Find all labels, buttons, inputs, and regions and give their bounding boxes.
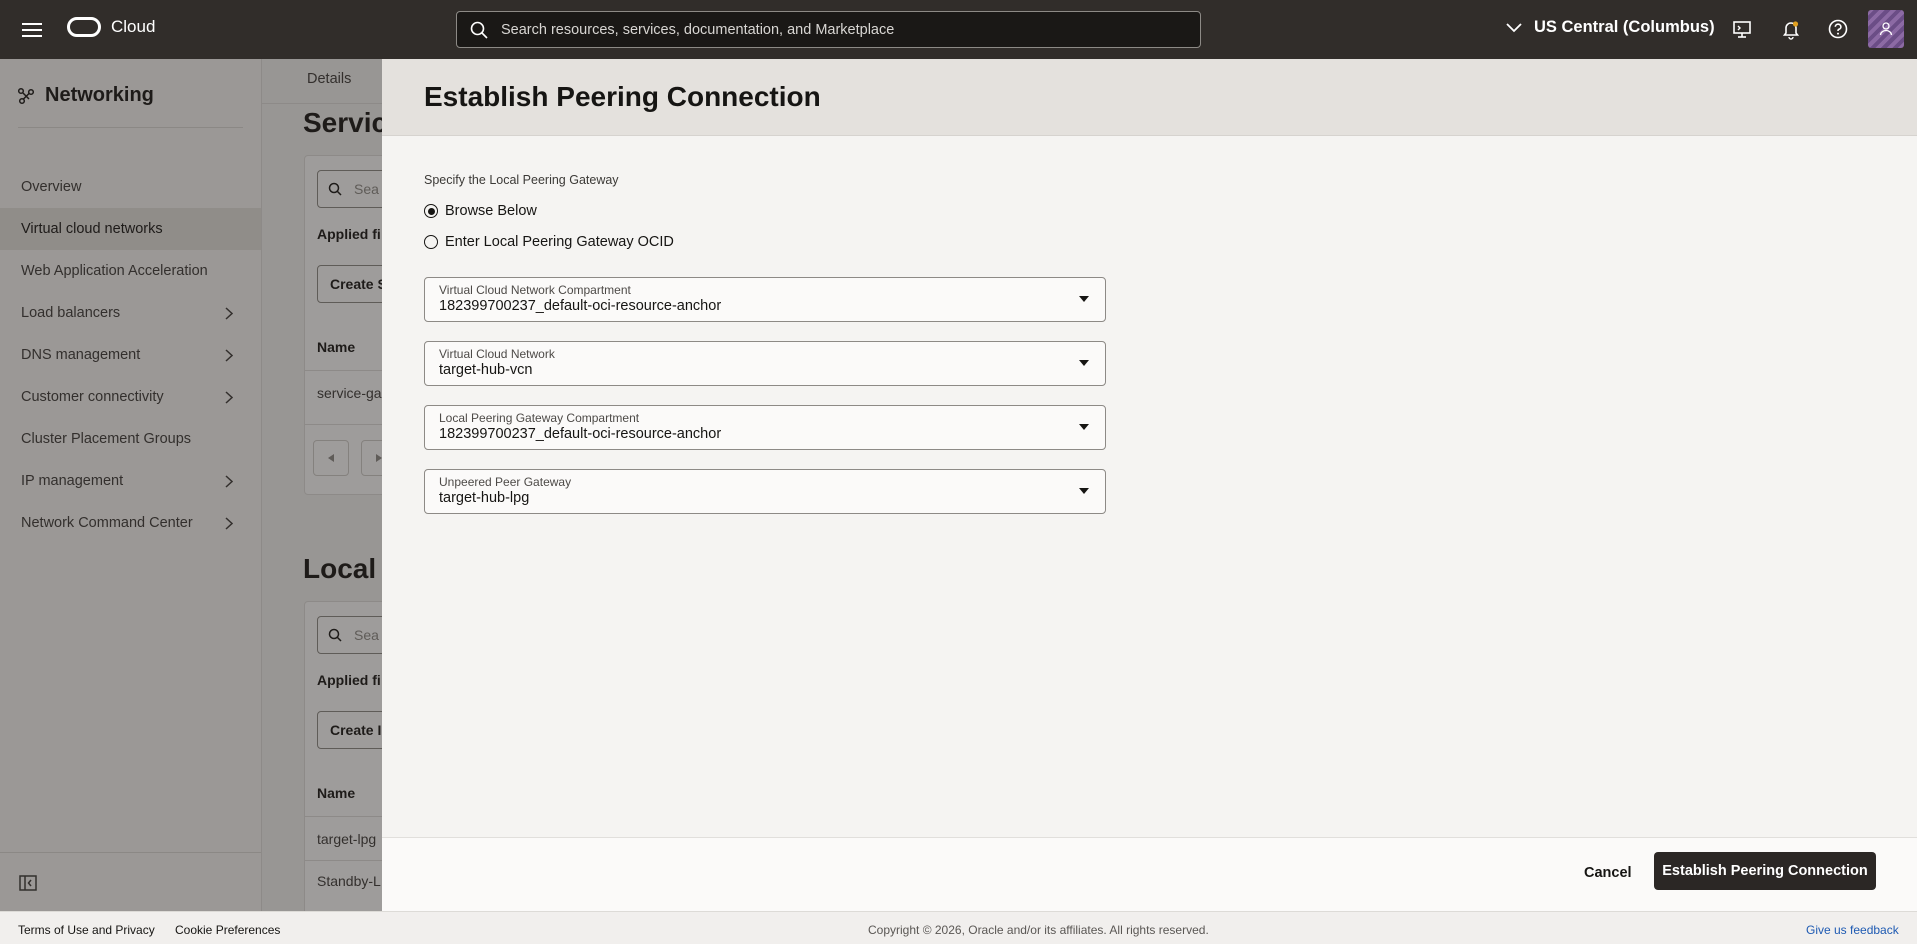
radio-unchecked-icon bbox=[424, 235, 438, 249]
chevron-down-icon bbox=[1506, 22, 1522, 32]
caret-down-icon bbox=[1079, 424, 1089, 430]
cloud-shell-icon[interactable] bbox=[1731, 18, 1753, 40]
lpg-compartment-select[interactable]: Local Peering Gateway Compartment 182399… bbox=[424, 405, 1106, 450]
radio-browse-below[interactable]: Browse Below bbox=[424, 203, 537, 219]
brand[interactable]: Cloud bbox=[67, 17, 155, 37]
radio-enter-ocid[interactable]: Enter Local Peering Gateway OCID bbox=[424, 234, 674, 250]
establish-peering-connection-button[interactable]: Establish Peering Connection bbox=[1654, 852, 1876, 890]
establish-peering-drawer: Establish Peering Connection Specify the… bbox=[382, 59, 1917, 911]
select-label: Local Peering Gateway Compartment bbox=[439, 411, 640, 425]
copyright-text: Copyright © 2026, Oracle and/or its affi… bbox=[868, 923, 1209, 937]
cookie-preferences-link[interactable]: Cookie Preferences bbox=[175, 923, 280, 937]
caret-down-icon bbox=[1079, 488, 1089, 494]
top-bar: Cloud US Central (Columbus) bbox=[0, 0, 1917, 59]
help-icon[interactable] bbox=[1827, 18, 1849, 40]
page-footer: Terms of Use and Privacy Cookie Preferen… bbox=[0, 911, 1917, 944]
user-icon bbox=[1879, 22, 1893, 36]
hamburger-menu-icon[interactable] bbox=[20, 19, 44, 39]
radio-label: Enter Local Peering Gateway OCID bbox=[445, 234, 674, 250]
select-label: Unpeered Peer Gateway bbox=[439, 475, 572, 489]
modal-overlay[interactable] bbox=[0, 59, 382, 911]
caret-down-icon bbox=[1079, 296, 1089, 302]
avatar[interactable] bbox=[1868, 10, 1904, 48]
select-value: target-hub-vcn bbox=[439, 362, 533, 378]
search-icon bbox=[470, 21, 488, 39]
global-search[interactable] bbox=[456, 11, 1201, 48]
terms-link[interactable]: Terms of Use and Privacy bbox=[18, 923, 155, 937]
drawer-footer: Cancel Establish Peering Connection bbox=[382, 837, 1917, 911]
search-input[interactable] bbox=[501, 21, 1181, 38]
region-label: US Central (Columbus) bbox=[1534, 18, 1715, 36]
feedback-link[interactable]: Give us feedback bbox=[1806, 923, 1899, 937]
bell-icon[interactable] bbox=[1780, 18, 1802, 40]
vcn-select[interactable]: Virtual Cloud Network target-hub-vcn bbox=[424, 341, 1106, 386]
radio-label: Browse Below bbox=[445, 203, 537, 219]
drawer-title: Establish Peering Connection bbox=[424, 81, 821, 112]
caret-down-icon bbox=[1079, 360, 1089, 366]
section-label: Specify the Local Peering Gateway bbox=[424, 173, 619, 187]
app-name: Cloud bbox=[111, 17, 156, 36]
select-label: Virtual Cloud Network bbox=[439, 347, 555, 361]
drawer-header: Establish Peering Connection bbox=[382, 59, 1917, 136]
cancel-button[interactable]: Cancel bbox=[1572, 854, 1644, 892]
oracle-logo bbox=[67, 17, 101, 37]
select-value: target-hub-lpg bbox=[439, 490, 530, 506]
region-selector[interactable]: US Central (Columbus) bbox=[1506, 18, 1715, 37]
select-value: 182399700237_default-oci-resource-anchor bbox=[439, 298, 722, 314]
unpeered-peer-gateway-select[interactable]: Unpeered Peer Gateway target-hub-lpg bbox=[424, 469, 1106, 514]
vcn-compartment-select[interactable]: Virtual Cloud Network Compartment 182399… bbox=[424, 277, 1106, 322]
select-label: Virtual Cloud Network Compartment bbox=[439, 283, 631, 297]
select-value: 182399700237_default-oci-resource-anchor bbox=[439, 426, 722, 442]
radio-checked-icon bbox=[424, 204, 438, 218]
